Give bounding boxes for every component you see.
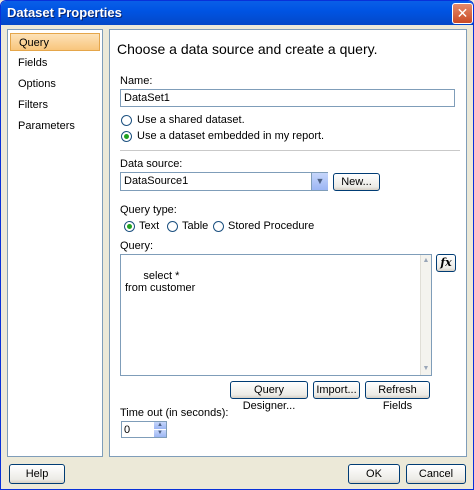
radio-query-type-table-label[interactable]: Table (182, 220, 208, 232)
query-designer-button[interactable]: Query Designer... (230, 381, 308, 412)
query-type-label: Query type: (120, 204, 177, 216)
radio-query-type-table[interactable] (167, 221, 178, 232)
data-source-label: Data source: (120, 158, 183, 170)
name-field[interactable]: DataSet1 (120, 89, 455, 107)
radio-query-type-text[interactable] (124, 221, 135, 232)
radio-embedded-dataset[interactable] (121, 131, 132, 142)
chevron-down-icon[interactable]: ▼ (311, 173, 328, 190)
new-datasource-button[interactable]: New... (333, 173, 380, 191)
data-source-select[interactable]: DataSource1 (120, 172, 328, 191)
nav-item-parameters[interactable]: Parameters (10, 117, 100, 135)
ok-button[interactable]: OK (348, 464, 400, 484)
arrow-down-icon[interactable]: ▼ (154, 430, 166, 437)
name-label: Name: (120, 75, 153, 87)
import-button[interactable]: Import... (313, 381, 360, 399)
title-bar[interactable]: Dataset Properties ✕ (1, 1, 473, 25)
timeout-stepper[interactable]: 0 ▲ ▼ (121, 421, 167, 438)
query-scrollbar[interactable]: ▲ ▼ (420, 255, 431, 375)
page-title: Choose a data source and create a query. (117, 41, 378, 57)
query-text: select * from customer (125, 270, 196, 294)
scroll-up-icon[interactable]: ▲ (421, 256, 431, 266)
expression-button[interactable]: fx (436, 254, 456, 272)
divider (120, 150, 460, 151)
cancel-button[interactable]: Cancel (406, 464, 466, 484)
query-page: Choose a data source and create a query.… (109, 29, 467, 457)
dataset-properties-dialog: Dataset Properties ✕ Query Fields Option… (0, 0, 474, 490)
help-button[interactable]: Help (9, 464, 65, 484)
radio-query-type-stored-procedure[interactable] (213, 221, 224, 232)
refresh-fields-button[interactable]: Refresh Fields (365, 381, 430, 412)
nav-item-filters[interactable]: Filters (10, 96, 100, 114)
radio-shared-dataset-label[interactable]: Use a shared dataset. (137, 114, 245, 126)
timeout-label: Time out (in seconds): (120, 407, 229, 419)
query-label: Query: (120, 240, 154, 252)
radio-embedded-dataset-label[interactable]: Use a dataset embedded in my report. (137, 130, 324, 142)
scroll-down-icon[interactable]: ▼ (421, 364, 431, 374)
radio-query-type-text-label[interactable]: Text (139, 220, 159, 232)
nav-item-options[interactable]: Options (10, 75, 100, 93)
arrow-up-icon[interactable]: ▲ (154, 422, 166, 429)
nav-item-fields[interactable]: Fields (10, 54, 100, 72)
query-text-area[interactable]: select * from customer ▲ ▼ (120, 254, 432, 376)
property-nav: Query Fields Options Filters Parameters (7, 29, 103, 457)
timeout-value: 0 (124, 424, 131, 436)
close-icon: ✕ (456, 5, 469, 21)
radio-shared-dataset[interactable] (121, 115, 132, 126)
window-title: Dataset Properties (7, 5, 122, 20)
close-button[interactable]: ✕ (452, 3, 473, 24)
radio-query-type-stored-procedure-label[interactable]: Stored Procedure (228, 220, 314, 232)
nav-item-query[interactable]: Query (10, 33, 100, 51)
